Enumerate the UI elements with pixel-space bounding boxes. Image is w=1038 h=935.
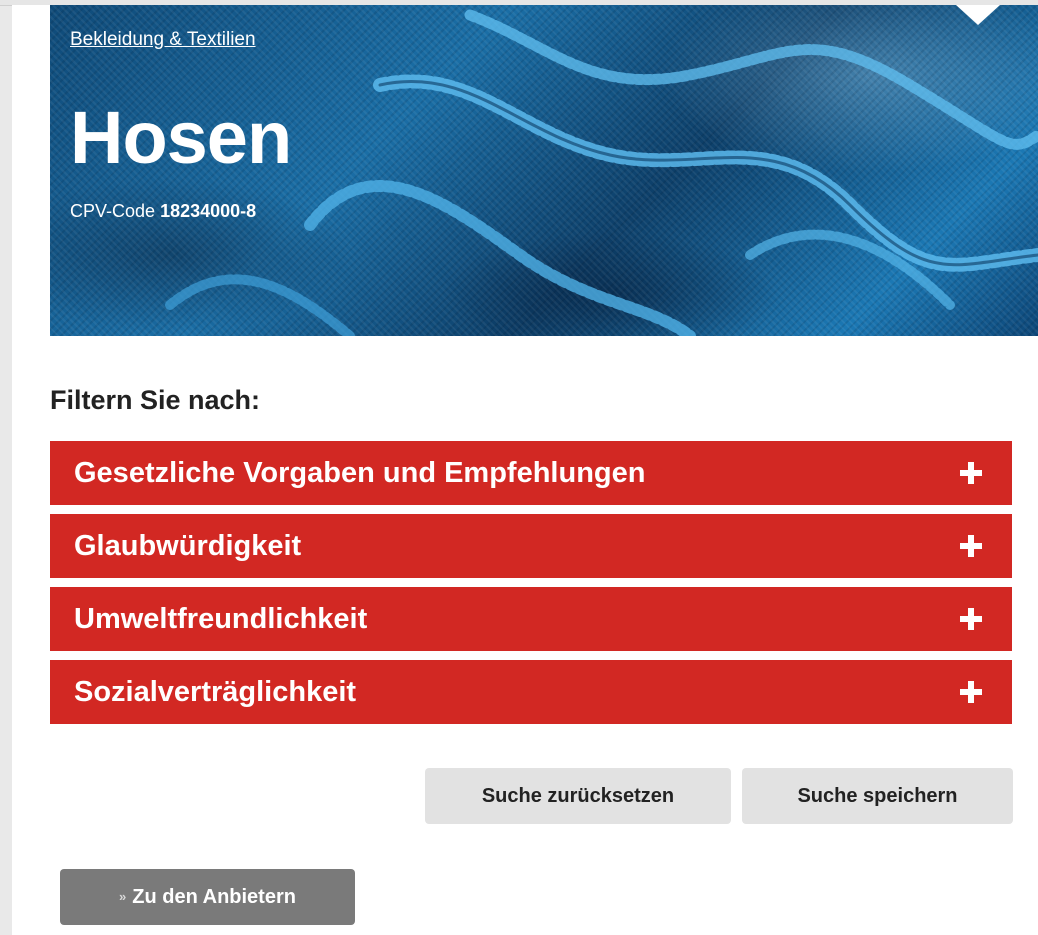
plus-icon xyxy=(960,462,982,484)
breadcrumb-link[interactable]: Bekleidung & Textilien xyxy=(70,29,256,51)
corner-notch xyxy=(956,5,1000,25)
filter-item-label: Gesetzliche Vorgaben und Empfehlungen xyxy=(74,456,646,489)
filter-item-legal[interactable]: Gesetzliche Vorgaben und Empfehlungen xyxy=(50,441,1012,505)
reset-search-button[interactable]: Suche zurücksetzen xyxy=(425,768,731,824)
plus-icon xyxy=(960,681,982,703)
filter-item-credibility[interactable]: Glaubwürdigkeit xyxy=(50,514,1012,578)
page-title: Hosen xyxy=(70,96,292,179)
to-providers-button[interactable]: » Zu den Anbietern xyxy=(60,869,355,925)
filter-heading: Filtern Sie nach: xyxy=(50,385,261,415)
filter-item-label: Glaubwürdigkeit xyxy=(74,529,302,562)
double-chevron-down-icon: » xyxy=(119,888,127,904)
filter-item-label: Umweltfreundlichkeit xyxy=(74,602,368,635)
page-content: Bekleidung & Textilien Hosen CPV-Code 18… xyxy=(12,5,1038,935)
plus-icon xyxy=(960,608,982,630)
cpv-code-line: CPV-Code 18234000-8 xyxy=(70,201,256,222)
filter-accordion: Gesetzliche Vorgaben und Empfehlungen Gl… xyxy=(50,441,1012,733)
save-search-button[interactable]: Suche speichern xyxy=(742,768,1013,824)
filter-item-environment[interactable]: Umweltfreundlichkeit xyxy=(50,587,1012,651)
filter-item-label: Sozialverträglichkeit xyxy=(74,675,357,708)
plus-icon xyxy=(960,535,982,557)
cpv-label: CPV-Code xyxy=(70,201,156,221)
filter-item-social[interactable]: Sozialverträglichkeit xyxy=(50,660,1012,724)
to-providers-label: Zu den Anbietern xyxy=(132,885,296,908)
cpv-code: 18234000-8 xyxy=(160,201,257,221)
hero-banner: Bekleidung & Textilien Hosen CPV-Code 18… xyxy=(50,5,1038,336)
